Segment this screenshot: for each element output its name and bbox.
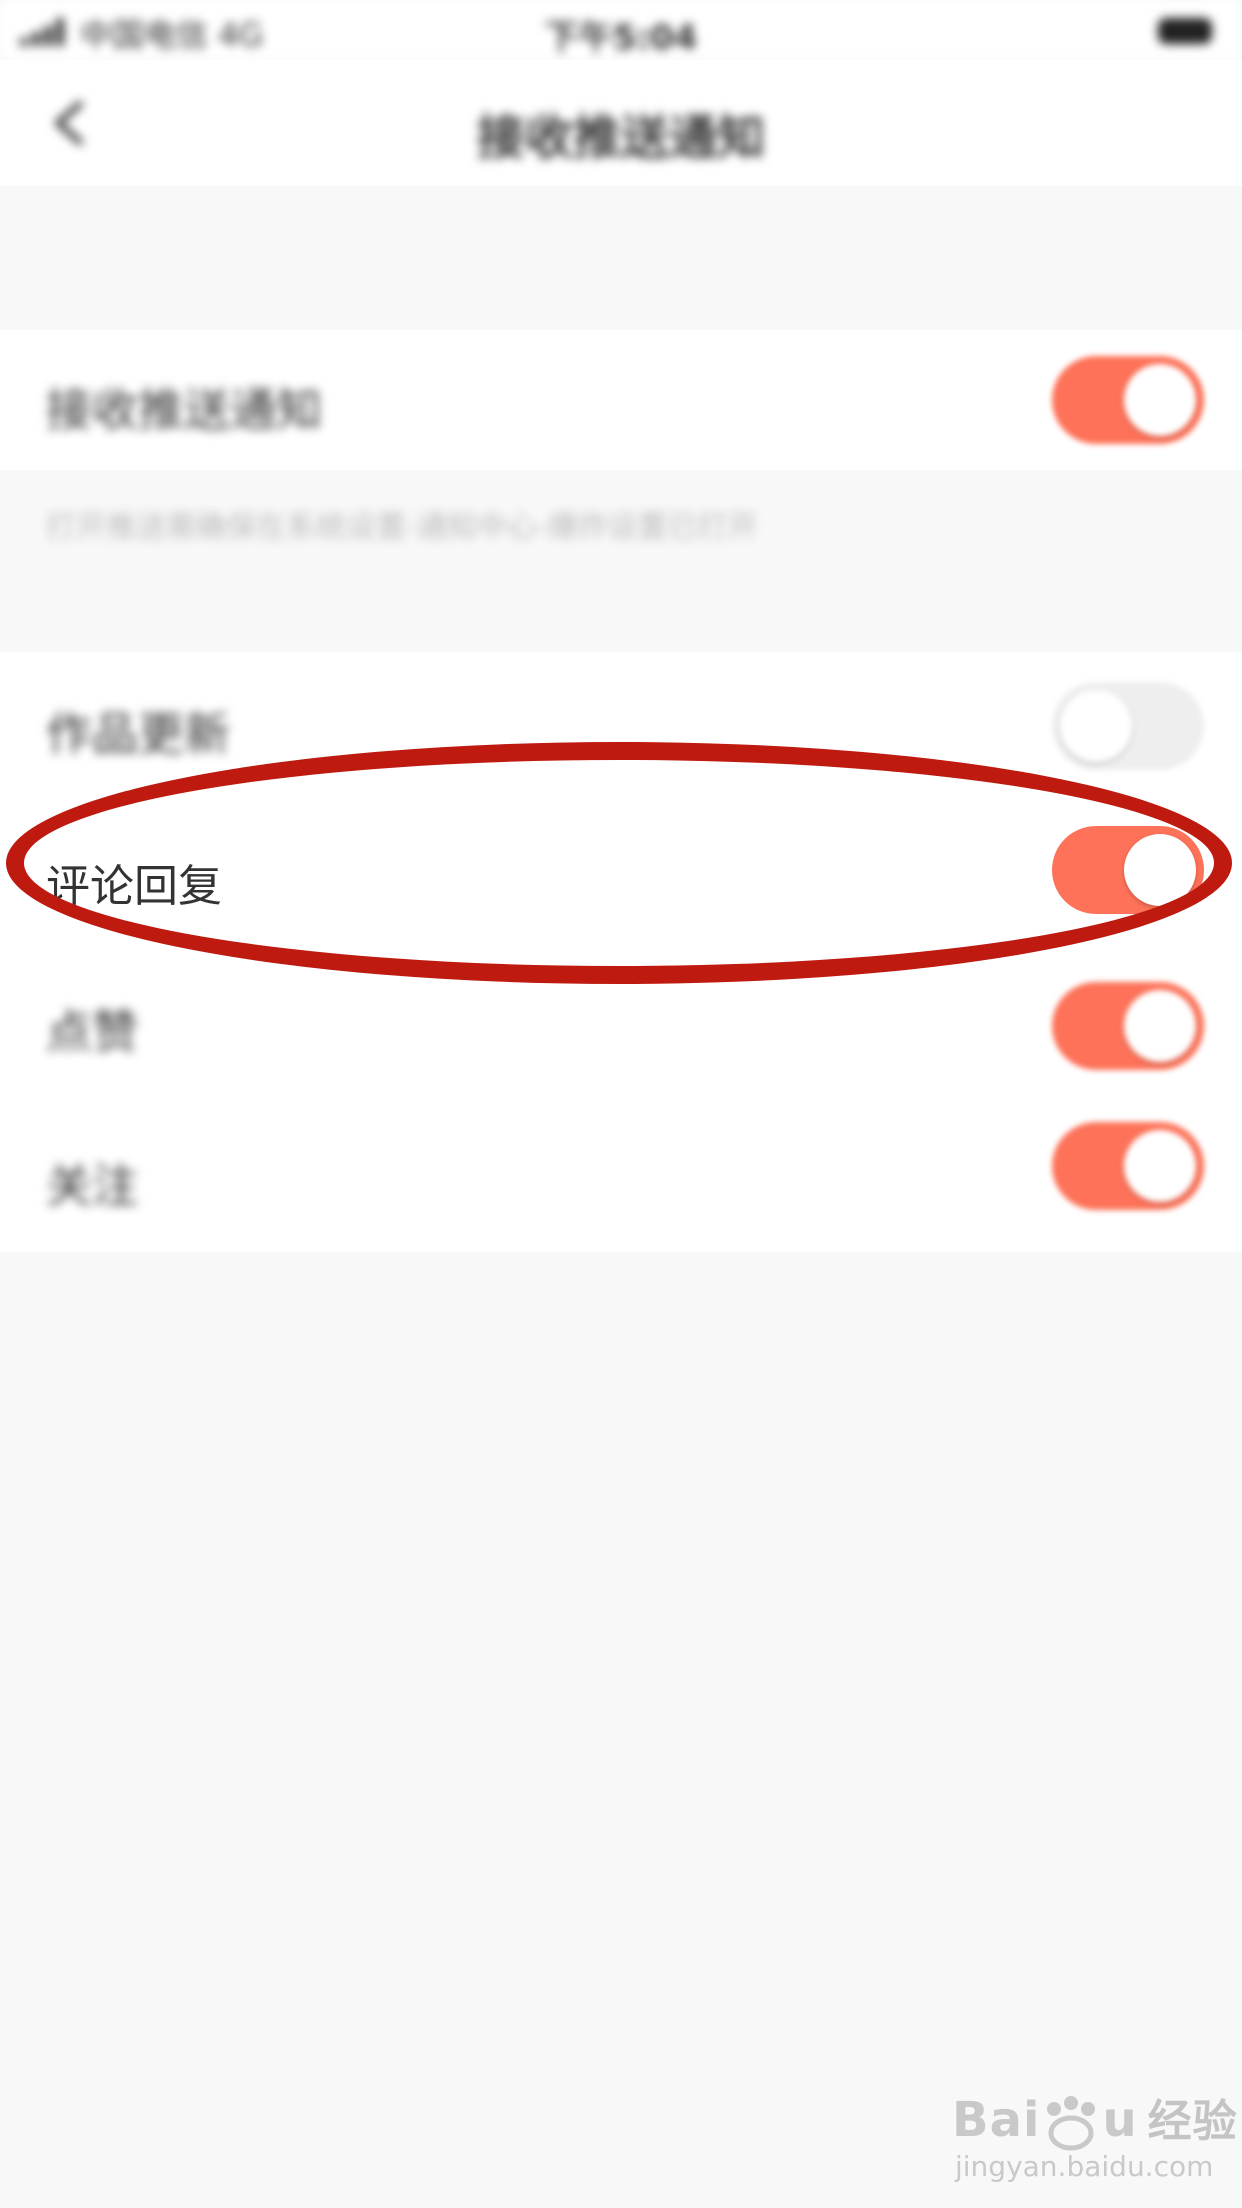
- like-toggle[interactable]: [1052, 982, 1204, 1070]
- watermark-url: jingyan.baidu.com: [955, 2150, 1214, 2183]
- watermark-logo-text: Bai: [952, 2092, 1041, 2148]
- comment-reply-toggle[interactable]: [1052, 826, 1204, 914]
- follow-toggle[interactable]: [1052, 1122, 1204, 1210]
- toggle-knob: [1060, 690, 1132, 762]
- master-push-row[interactable]: 接收推送通知: [0, 330, 1242, 470]
- works-update-toggle[interactable]: [1052, 682, 1204, 770]
- watermark-logo-text-2: u: [1102, 2092, 1138, 2148]
- page-title: 接收推送通知: [476, 110, 765, 166]
- setting-label: 点赞: [46, 1005, 138, 1059]
- master-push-toggle[interactable]: [1052, 356, 1204, 444]
- status-time: 下午5:04: [544, 18, 698, 58]
- battery-icon: [1158, 18, 1212, 44]
- toggle-knob: [1124, 834, 1196, 906]
- watermark-cn-text: 经验: [1147, 2096, 1238, 2147]
- setting-row-works-update[interactable]: 作品更新: [0, 652, 1242, 800]
- nav-bar: 接收推送通知: [0, 60, 1242, 186]
- setting-row-comment-reply[interactable]: 评论回复: [0, 800, 1242, 950]
- setting-row-like[interactable]: 点赞: [0, 950, 1242, 1100]
- toggle-knob: [1124, 990, 1196, 1062]
- push-hint-text: 打开推送需确保在系统设置-通知中心-爆炸设置已打开: [46, 510, 758, 545]
- setting-label: 关注: [46, 1159, 138, 1213]
- master-push-label: 接收推送通知: [46, 383, 322, 437]
- baidu-paw-icon: [1047, 2096, 1096, 2151]
- toggle-knob: [1124, 364, 1196, 436]
- setting-label: 评论回复: [46, 861, 222, 912]
- toggle-knob: [1124, 1130, 1196, 1202]
- setting-row-follow[interactable]: 关注: [0, 1100, 1242, 1250]
- status-bar: 中国电信 4G 下午5:04: [0, 0, 1242, 60]
- setting-label: 作品更新: [46, 707, 230, 761]
- baidu-jingyan-watermark: Bai u 经验: [952, 2085, 1238, 2151]
